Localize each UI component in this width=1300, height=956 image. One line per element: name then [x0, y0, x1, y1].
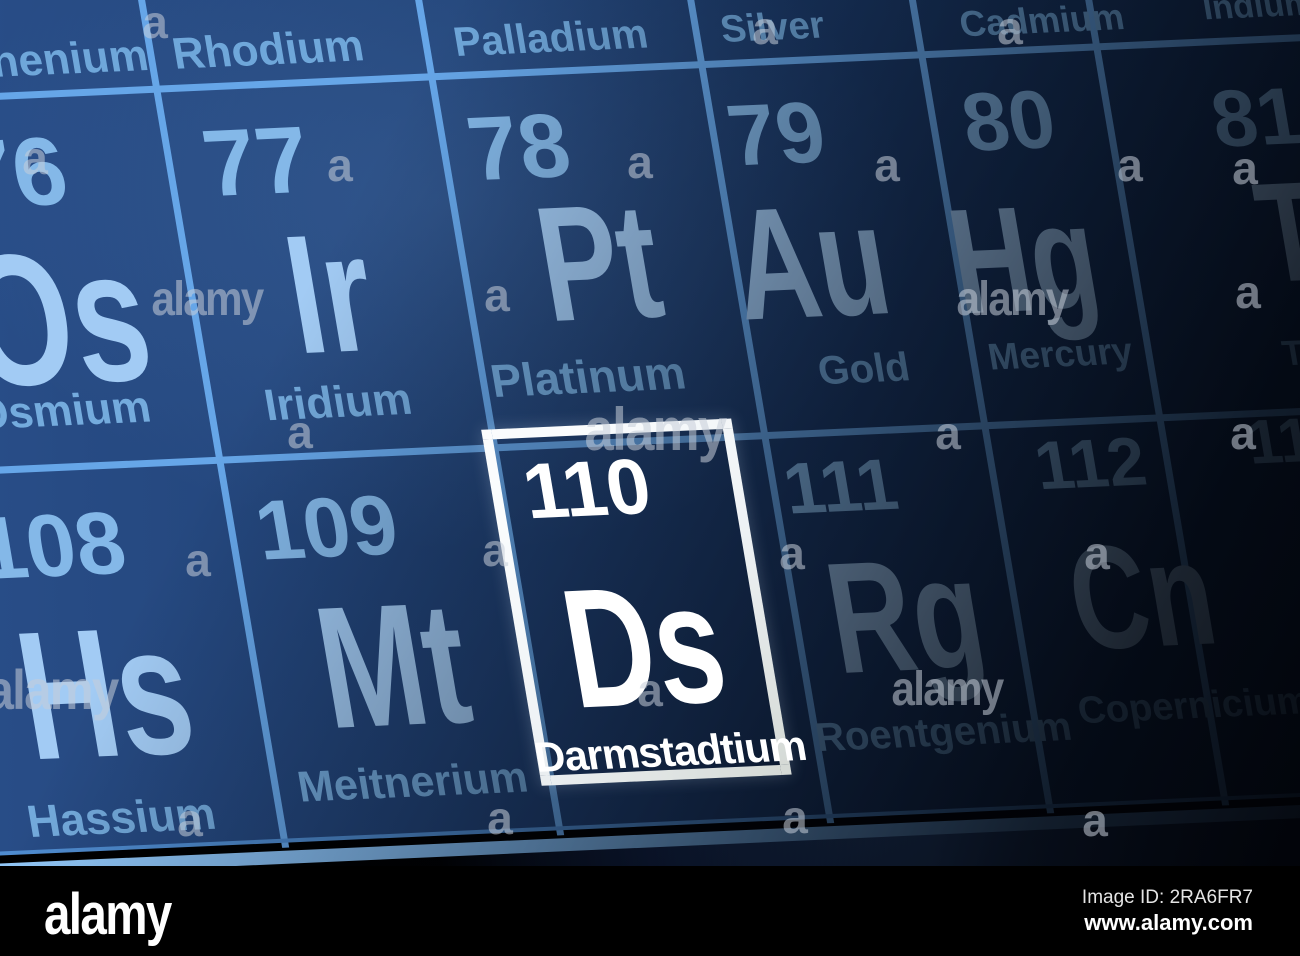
- image-id-text: Image ID: 2RA6FR7: [1081, 887, 1253, 908]
- stock-photo-canvas: RutheniumRhodiumPalladiumSilverCadmiumIn…: [0, 0, 1300, 956]
- atomic-number: 110: [516, 441, 658, 536]
- alamy-footer-bar: alamy Image ID: 2RA6FR7 www.alamy.com: [0, 866, 1300, 956]
- alamy-url-text: www.alamy.com: [1084, 910, 1253, 935]
- element-name: Darmstadtium: [530, 721, 810, 781]
- element-symbol: Ds: [549, 548, 738, 744]
- alamy-logo: alamy: [44, 882, 172, 947]
